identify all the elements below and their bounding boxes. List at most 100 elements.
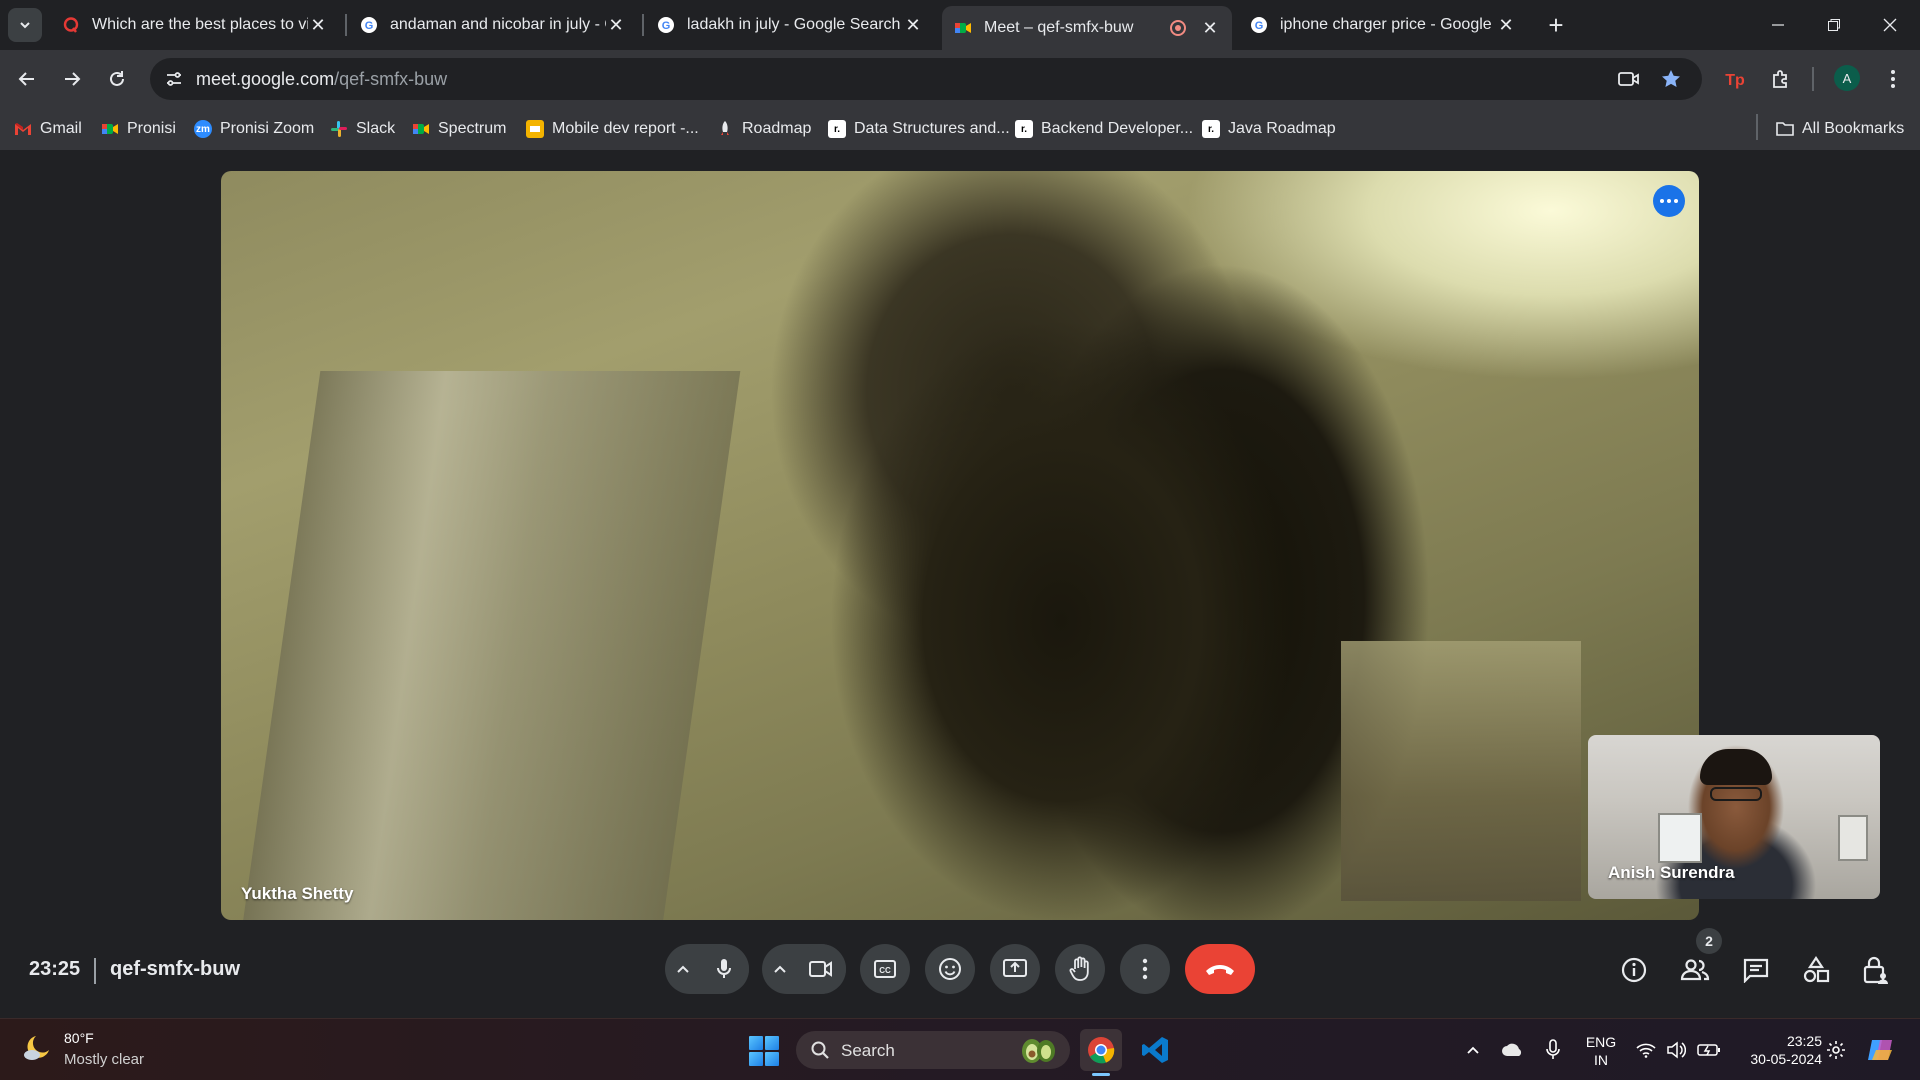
bookmark-gmail[interactable]: Gmail bbox=[14, 117, 82, 141]
bookmark-label: Spectrum bbox=[438, 120, 507, 137]
back-button[interactable] bbox=[10, 62, 44, 96]
bookmark-label: Mobile dev report -... bbox=[552, 120, 699, 137]
windows-logo-icon bbox=[749, 1036, 763, 1050]
meet-icon bbox=[412, 120, 430, 138]
video-settings-button[interactable] bbox=[763, 944, 797, 994]
tab-meet[interactable]: Meet – qef-smfx-buw ✕ bbox=[942, 6, 1232, 50]
reload-button[interactable] bbox=[100, 62, 134, 96]
extension-tp-icon[interactable]: Tp bbox=[1718, 62, 1752, 96]
windows-taskbar: 80°F Mostly clear Search ENG IN 23:25 30… bbox=[0, 1018, 1920, 1080]
volume-icon[interactable] bbox=[1664, 1037, 1688, 1063]
close-window-button[interactable] bbox=[1862, 0, 1918, 50]
restore-icon bbox=[1828, 19, 1840, 31]
extensions-puzzle-icon[interactable] bbox=[1764, 62, 1798, 96]
search-highlight-avocado-icon bbox=[1022, 1039, 1055, 1063]
weather-description[interactable]: Mostly clear bbox=[64, 1051, 144, 1068]
tab-strip: Which are the best places to vis ✕ G and… bbox=[0, 0, 1920, 50]
site-settings-icon[interactable] bbox=[160, 65, 188, 93]
roadmap-icon: r. bbox=[1015, 120, 1033, 138]
camera-button[interactable] bbox=[796, 944, 846, 994]
copilot-icon[interactable] bbox=[1864, 1033, 1898, 1067]
notification-settings-icon[interactable] bbox=[1824, 1037, 1848, 1063]
bookmark-pronisi[interactable]: Pronisi bbox=[101, 117, 176, 141]
close-tab-icon[interactable]: ✕ bbox=[1200, 18, 1220, 38]
start-button[interactable] bbox=[749, 1036, 779, 1066]
closed-captions-icon: CC bbox=[874, 960, 896, 978]
close-tab-icon[interactable]: ✕ bbox=[606, 15, 626, 35]
microphone-tray-icon[interactable] bbox=[1541, 1037, 1565, 1063]
bookmark-star-icon[interactable] bbox=[1654, 62, 1688, 96]
weather-temperature[interactable]: 80°F bbox=[64, 1030, 94, 1046]
host-controls-button[interactable] bbox=[1856, 950, 1896, 990]
browser-menu-button[interactable] bbox=[1876, 62, 1910, 96]
new-tab-button[interactable]: + bbox=[1542, 10, 1570, 40]
bookmark-slack[interactable]: Slack bbox=[330, 117, 395, 141]
self-video-feed bbox=[1700, 749, 1772, 785]
meeting-clock: 23:25 bbox=[29, 958, 81, 980]
tile-more-options-button[interactable] bbox=[1653, 185, 1685, 217]
present-screen-button[interactable] bbox=[990, 944, 1040, 994]
close-tab-icon[interactable]: ✕ bbox=[1496, 15, 1516, 35]
main-video-tile[interactable]: Yuktha Shetty bbox=[221, 171, 1699, 920]
close-icon bbox=[1883, 18, 1897, 32]
close-tab-icon[interactable]: ✕ bbox=[903, 15, 923, 35]
active-app-indicator bbox=[1092, 1073, 1110, 1076]
input-language-indicator[interactable]: ENG IN bbox=[1585, 1033, 1617, 1069]
meeting-info-separator bbox=[94, 958, 96, 984]
windows-logo-icon bbox=[765, 1036, 779, 1050]
hand-icon bbox=[1069, 956, 1089, 981]
taskbar-vscode[interactable] bbox=[1134, 1029, 1176, 1071]
audio-settings-button[interactable] bbox=[666, 944, 700, 994]
svg-text:G: G bbox=[662, 20, 671, 32]
captions-button[interactable]: CC bbox=[860, 944, 910, 994]
activities-button[interactable] bbox=[1796, 950, 1836, 990]
wifi-icon[interactable] bbox=[1634, 1037, 1658, 1063]
close-tab-icon[interactable]: ✕ bbox=[308, 15, 328, 35]
forward-button[interactable] bbox=[55, 62, 89, 96]
tab-andaman[interactable]: G andaman and nicobar in july - G ✕ bbox=[348, 7, 638, 43]
microphone-button[interactable] bbox=[699, 944, 749, 994]
more-options-button[interactable] bbox=[1120, 944, 1170, 994]
raise-hand-button[interactable] bbox=[1055, 944, 1105, 994]
camera-in-use-icon[interactable] bbox=[1612, 62, 1646, 96]
meeting-details-button[interactable] bbox=[1614, 950, 1654, 990]
battery-charging-icon[interactable] bbox=[1696, 1037, 1722, 1063]
tab-ladakh[interactable]: G ladakh in july - Google Search ✕ bbox=[645, 7, 935, 43]
chat-button[interactable] bbox=[1736, 950, 1776, 990]
bookmark-roadmap[interactable]: Roadmap bbox=[716, 117, 811, 141]
chat-icon bbox=[1743, 958, 1769, 983]
bookmark-label: All Bookmarks bbox=[1802, 120, 1905, 137]
bookmark-java-roadmap[interactable]: r. Java Roadmap bbox=[1202, 117, 1336, 141]
leave-call-button[interactable] bbox=[1185, 944, 1255, 994]
search-icon bbox=[811, 1041, 829, 1059]
bookmark-data-structures[interactable]: r. Data Structures and... bbox=[828, 117, 1010, 141]
restore-button[interactable] bbox=[1806, 0, 1862, 50]
bookmark-mobile-dev-report[interactable]: Mobile dev report -... bbox=[526, 117, 699, 141]
lock-person-icon bbox=[1863, 956, 1888, 984]
system-clock[interactable]: 23:25 30-05-2024 bbox=[1736, 1032, 1822, 1068]
tab-quora[interactable]: Which are the best places to vis ✕ bbox=[50, 7, 340, 43]
bookmark-backend-developer[interactable]: r. Backend Developer... bbox=[1015, 117, 1193, 141]
weather-moon-cloud-icon[interactable] bbox=[22, 1032, 54, 1064]
self-view-tile[interactable]: Anish Surendra bbox=[1588, 735, 1880, 899]
people-button[interactable] bbox=[1675, 950, 1715, 990]
url-text[interactable]: meet.google.com/qef-smfx-buw bbox=[196, 69, 447, 90]
taskbar-search-box[interactable]: Search bbox=[796, 1031, 1070, 1069]
bookmark-pronisi-zoom[interactable]: zm Pronisi Zoom bbox=[194, 117, 314, 141]
reactions-button[interactable] bbox=[925, 944, 975, 994]
taskbar-chrome[interactable] bbox=[1080, 1029, 1122, 1071]
language-code: ENG bbox=[1585, 1034, 1617, 1050]
rocket-icon bbox=[716, 120, 734, 138]
onedrive-cloud-icon[interactable] bbox=[1500, 1037, 1526, 1063]
tab-search-button[interactable] bbox=[8, 8, 42, 42]
profile-avatar[interactable]: A bbox=[1834, 65, 1860, 91]
video-background-shelf bbox=[1341, 641, 1581, 901]
svg-text:Tp: Tp bbox=[1725, 72, 1745, 89]
bookmark-spectrum[interactable]: Spectrum bbox=[412, 117, 506, 141]
minimize-button[interactable] bbox=[1750, 0, 1806, 50]
show-hidden-icons-button[interactable] bbox=[1462, 1037, 1484, 1063]
tab-iphone[interactable]: G iphone charger price - Google S ✕ bbox=[1238, 7, 1528, 43]
meeting-code: qef-smfx-buw bbox=[110, 958, 240, 980]
all-bookmarks-button[interactable]: All Bookmarks bbox=[1776, 117, 1904, 141]
address-bar[interactable]: meet.google.com/qef-smfx-buw bbox=[150, 58, 1702, 100]
